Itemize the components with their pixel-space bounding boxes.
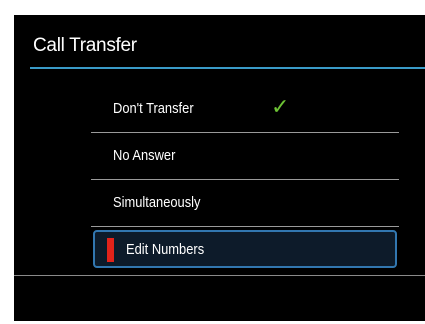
bottom-divider <box>14 275 425 276</box>
menu-item-dont-transfer[interactable]: Don't Transfer ✓ <box>91 86 399 132</box>
header-divider <box>30 67 425 69</box>
call-transfer-screen: Call Transfer Don't Transfer ✓ No Answer… <box>14 15 425 321</box>
menu-item-label: Simultaneously <box>113 194 201 211</box>
menu-item-edit-numbers[interactable]: Edit Numbers <box>93 230 397 268</box>
menu-divider <box>91 226 399 227</box>
menu-item-label: Edit Numbers <box>126 241 205 258</box>
selection-marker <box>107 238 114 262</box>
menu-item-label: No Answer <box>113 147 176 164</box>
page-title: Call Transfer <box>33 35 137 56</box>
check-icon: ✓ <box>271 94 290 119</box>
menu-item-no-answer[interactable]: No Answer <box>91 133 399 179</box>
menu-item-simultaneously[interactable]: Simultaneously <box>91 180 399 226</box>
menu-item-label: Don't Transfer <box>113 100 194 117</box>
